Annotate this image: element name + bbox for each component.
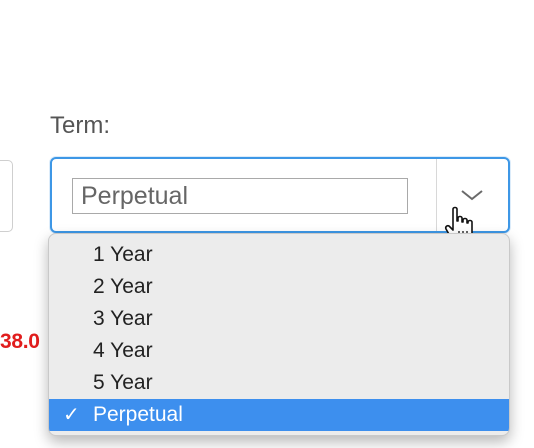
term-option-3-year[interactable]: 3 Year xyxy=(49,303,509,335)
term-option-perpetual[interactable]: ✓ Perpetual xyxy=(49,399,509,431)
term-select-value: Perpetual xyxy=(72,178,408,214)
term-label: Term: xyxy=(50,112,110,139)
term-option-4-year[interactable]: 4 Year xyxy=(49,335,509,367)
term-select[interactable]: Perpetual xyxy=(50,157,510,233)
chevron-down-icon xyxy=(461,190,483,201)
term-option-1-year[interactable]: 1 Year xyxy=(49,239,509,271)
term-option-5-year[interactable]: 5 Year xyxy=(49,367,509,399)
checkmark-icon: ✓ xyxy=(63,404,80,426)
previous-field[interactable] xyxy=(0,160,13,232)
price-value: 38.0 xyxy=(0,330,40,353)
term-option-2-year[interactable]: 2 Year xyxy=(49,271,509,303)
term-dropdown-menu: 1 Year 2 Year 3 Year 4 Year 5 Year ✓ Per… xyxy=(48,233,510,436)
